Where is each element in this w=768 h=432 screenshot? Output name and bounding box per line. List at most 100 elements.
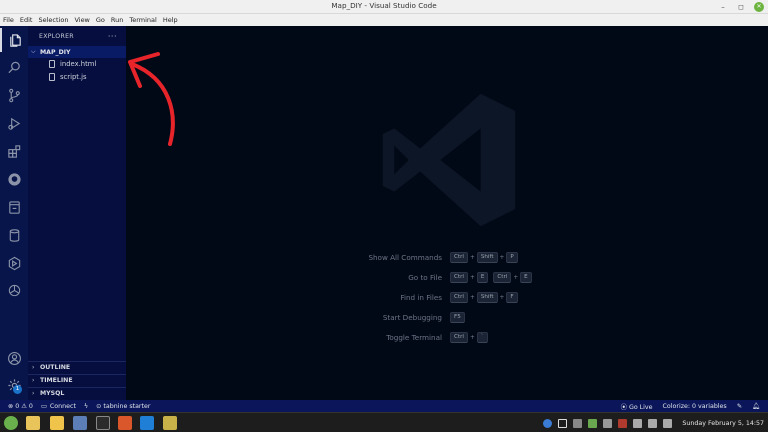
shortcut-label: Start Debugging — [382, 313, 442, 322]
run-debug-icon[interactable] — [0, 111, 28, 135]
key: Ctrl — [493, 272, 512, 283]
window-switch-icon[interactable] — [558, 418, 568, 428]
colorize-status[interactable]: Colorize: 0 variables — [663, 403, 727, 410]
shortcut-keys: Ctrl + E Ctrl + E — [450, 272, 532, 283]
shortcut-find-in-files: Find in Files Ctrl + Shift + F — [306, 292, 606, 304]
menu-help[interactable]: Help — [163, 14, 178, 26]
os-taskbar: Sunday February 5, 14:57 — [0, 412, 768, 432]
chevron-right-icon: › — [32, 390, 35, 398]
menu-file[interactable]: File — [3, 14, 14, 26]
menu-terminal[interactable]: Terminal — [129, 14, 156, 26]
timeline-section[interactable]: › TIMELINE — [28, 374, 126, 387]
lightning-icon[interactable]: ϟ — [84, 403, 88, 410]
chevron-down-icon: ⌵ — [31, 48, 36, 55]
app-icon[interactable] — [73, 416, 87, 430]
update-icon[interactable] — [588, 418, 598, 428]
battery-icon[interactable] — [663, 418, 673, 428]
timeline-label: TIMELINE — [40, 377, 73, 385]
extensions-icon[interactable] — [0, 139, 28, 163]
menu-selection[interactable]: Selection — [38, 14, 68, 26]
activity-bar: 1 — [0, 26, 28, 400]
shortcut-keys: Ctrl + Shift + F — [450, 292, 518, 303]
file-name: index.html — [60, 60, 97, 69]
go-live-button[interactable]: ⦿ Go Live — [621, 402, 653, 411]
shortcut-start-debugging: Start Debugging F5 — [306, 312, 606, 324]
outline-label: OUTLINE — [40, 364, 71, 372]
window-controls: – ◻ ✕ — [718, 2, 764, 12]
openai-icon[interactable] — [0, 278, 28, 302]
hexagon-icon[interactable] — [0, 251, 28, 275]
menu-view[interactable]: View — [74, 14, 89, 26]
folder-icon[interactable] — [50, 416, 64, 430]
mysql-label: MYSQL — [40, 390, 65, 398]
close-button[interactable]: ✕ — [754, 2, 764, 12]
bluetooth-icon[interactable] — [573, 418, 583, 428]
remote-explorer-icon[interactable] — [0, 195, 28, 219]
status-bar: ⊗ 0 ⚠ 0 ▭ Connect ϟ ⊙ tabnine starter ⦿ … — [0, 400, 768, 412]
folder-map-diy[interactable]: ⌵ MAP_DIY — [28, 46, 126, 58]
gear-icon[interactable]: 1 — [0, 373, 28, 397]
broadcast-icon: ⦿ — [620, 403, 627, 411]
file-name: script.js — [60, 72, 87, 81]
file-manager-icon[interactable] — [26, 416, 40, 430]
key: Ctrl — [450, 272, 468, 283]
settings-update-badge: 1 — [13, 385, 22, 394]
key: Ctrl — [450, 332, 468, 343]
key: F — [506, 292, 518, 303]
shortcut-label: Find in Files — [400, 293, 442, 302]
chevron-right-icon: › — [32, 364, 35, 372]
volume-icon[interactable] — [648, 418, 658, 428]
connect-button[interactable]: ▭ Connect — [41, 403, 76, 410]
shortcut-label: Toggle Terminal — [386, 333, 442, 342]
shortcut-toggle-terminal: Toggle Terminal Ctrl + ` — [306, 332, 606, 344]
explorer-header: EXPLORER ··· — [28, 26, 126, 46]
notifications-icon[interactable]: 🔔︎ — [752, 402, 760, 410]
tabnine-label: tabnine starter — [103, 402, 151, 410]
mysql-section[interactable]: › MYSQL — [28, 387, 126, 400]
github-icon[interactable] — [0, 167, 28, 191]
vscode-taskbar-icon[interactable] — [140, 416, 154, 430]
database-icon[interactable] — [0, 223, 28, 247]
title-bar: Map_DIY - Visual Studio Code – ◻ ✕ — [0, 0, 768, 14]
account-icon[interactable] — [0, 346, 28, 370]
key: Ctrl — [450, 252, 468, 263]
network-icon[interactable] — [603, 418, 613, 428]
image-viewer-icon[interactable] — [163, 416, 177, 430]
chevron-right-icon: › — [32, 377, 35, 385]
clock[interactable]: Sunday February 5, 14:57 — [682, 420, 764, 427]
tabnine-status[interactable]: ⊙ tabnine starter — [96, 403, 150, 410]
maximize-button[interactable]: ◻ — [736, 2, 746, 12]
key: F5 — [450, 312, 465, 323]
file-script-js[interactable]: script.js — [28, 71, 126, 84]
shortcut-keys: Ctrl + ` — [450, 332, 488, 343]
flag-icon[interactable] — [618, 418, 628, 428]
source-control-icon[interactable] — [0, 83, 28, 107]
shortcut-show-all-commands: Show All Commands Ctrl + Shift + P — [306, 252, 606, 264]
menu-go[interactable]: Go — [96, 14, 105, 26]
wifi-icon[interactable] — [633, 418, 643, 428]
start-menu-icon[interactable] — [4, 416, 18, 430]
connect-label: Connect — [49, 402, 76, 410]
shortcut-label: Show All Commands — [368, 253, 442, 262]
search-icon[interactable] — [0, 55, 28, 79]
firefox-icon[interactable] — [118, 416, 132, 430]
key: Ctrl — [450, 292, 468, 303]
minimize-button[interactable]: – — [718, 2, 728, 12]
problems-indicator[interactable]: ⊗ 0 ⚠ 0 — [8, 403, 33, 410]
files-icon[interactable] — [0, 28, 28, 52]
terminal-icon[interactable] — [96, 416, 110, 430]
menu-edit[interactable]: Edit — [20, 14, 33, 26]
tabnine-icon: ⊙ — [96, 402, 102, 410]
system-tray: Sunday February 5, 14:57 — [543, 413, 764, 432]
more-actions-icon[interactable]: ··· — [108, 32, 117, 41]
key: P — [506, 252, 518, 263]
window-title: Map_DIY - Visual Studio Code — [331, 1, 437, 10]
feedback-icon[interactable]: ✎ — [737, 403, 742, 410]
go-live-label: Go Live — [628, 403, 653, 411]
menu-run[interactable]: Run — [111, 14, 123, 26]
outline-section[interactable]: › OUTLINE — [28, 361, 126, 374]
file-index-html[interactable]: index.html — [28, 58, 126, 71]
menu-bar: File Edit Selection View Go Run Terminal… — [0, 14, 768, 26]
chrome-tray-icon[interactable] — [543, 418, 553, 428]
editor-area: Show All Commands Ctrl + Shift + P Go to F… — [126, 26, 768, 400]
